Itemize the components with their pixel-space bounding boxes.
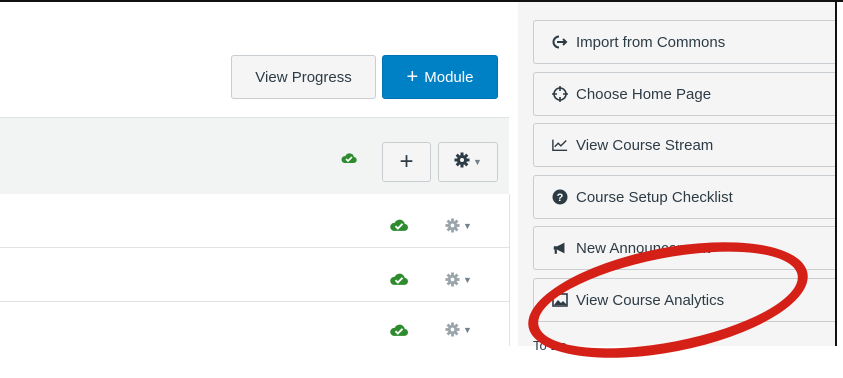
- module-item-row[interactable]: ▼: [0, 248, 509, 302]
- new-announcement-button[interactable]: New Announcement: [533, 226, 835, 270]
- chevron-down-icon: ▼: [473, 157, 482, 167]
- view-course-stream-button[interactable]: View Course Stream: [533, 123, 835, 167]
- add-module-button[interactable]: + Module: [382, 55, 498, 99]
- view-progress-label: View Progress: [255, 68, 352, 86]
- item-settings-menu[interactable]: ▼: [445, 272, 472, 287]
- plus-icon: +: [406, 66, 419, 88]
- module-item-row[interactable]: ▼: [0, 194, 509, 248]
- import-from-commons-label: Import from Commons: [576, 33, 726, 51]
- published-cloud-icon[interactable]: [389, 218, 409, 237]
- choose-home-page-label: Choose Home Page: [576, 85, 712, 103]
- chevron-down-icon: ▼: [463, 274, 472, 285]
- gear-icon: [454, 152, 470, 173]
- gear-icon: [445, 218, 460, 233]
- megaphone-icon: [552, 240, 568, 256]
- published-cloud-icon[interactable]: [341, 151, 357, 169]
- plus-icon: +: [399, 148, 414, 175]
- svg-text:?: ?: [557, 192, 564, 204]
- published-cloud-icon[interactable]: [389, 272, 409, 291]
- view-course-analytics-button[interactable]: View Course Analytics: [533, 278, 835, 322]
- view-course-analytics-label: View Course Analytics: [576, 291, 725, 309]
- module-header: [0, 117, 509, 195]
- item-settings-menu[interactable]: ▼: [445, 322, 472, 337]
- view-course-stream-label: View Course Stream: [576, 136, 714, 154]
- right-border: [835, 0, 837, 346]
- gear-icon: [445, 272, 460, 287]
- target-icon: [552, 86, 568, 102]
- item-settings-menu[interactable]: ▼: [445, 218, 472, 233]
- import-from-commons-button[interactable]: Import from Commons: [533, 20, 835, 64]
- add-module-label: Module: [424, 68, 474, 86]
- chevron-down-icon: ▼: [463, 324, 472, 335]
- view-progress-button[interactable]: View Progress: [231, 55, 376, 99]
- course-setup-checklist-label: Course Setup Checklist: [576, 188, 733, 206]
- course-setup-checklist-button[interactable]: ? Course Setup Checklist: [533, 175, 835, 219]
- gear-icon: [445, 322, 460, 337]
- image-icon: [552, 292, 568, 308]
- import-icon: [552, 34, 568, 50]
- module-item-row[interactable]: ▼: [0, 302, 509, 346]
- module-settings-button[interactable]: ▼: [438, 142, 498, 182]
- published-cloud-icon[interactable]: [389, 323, 409, 342]
- question-circle-icon: ?: [552, 189, 568, 205]
- divider: [509, 194, 510, 346]
- chevron-down-icon: ▼: [463, 220, 472, 231]
- add-item-button[interactable]: +: [382, 142, 431, 182]
- choose-home-page-button[interactable]: Choose Home Page: [533, 72, 835, 116]
- new-announcement-label: New Announcement: [576, 239, 711, 257]
- line-chart-icon: [552, 137, 568, 153]
